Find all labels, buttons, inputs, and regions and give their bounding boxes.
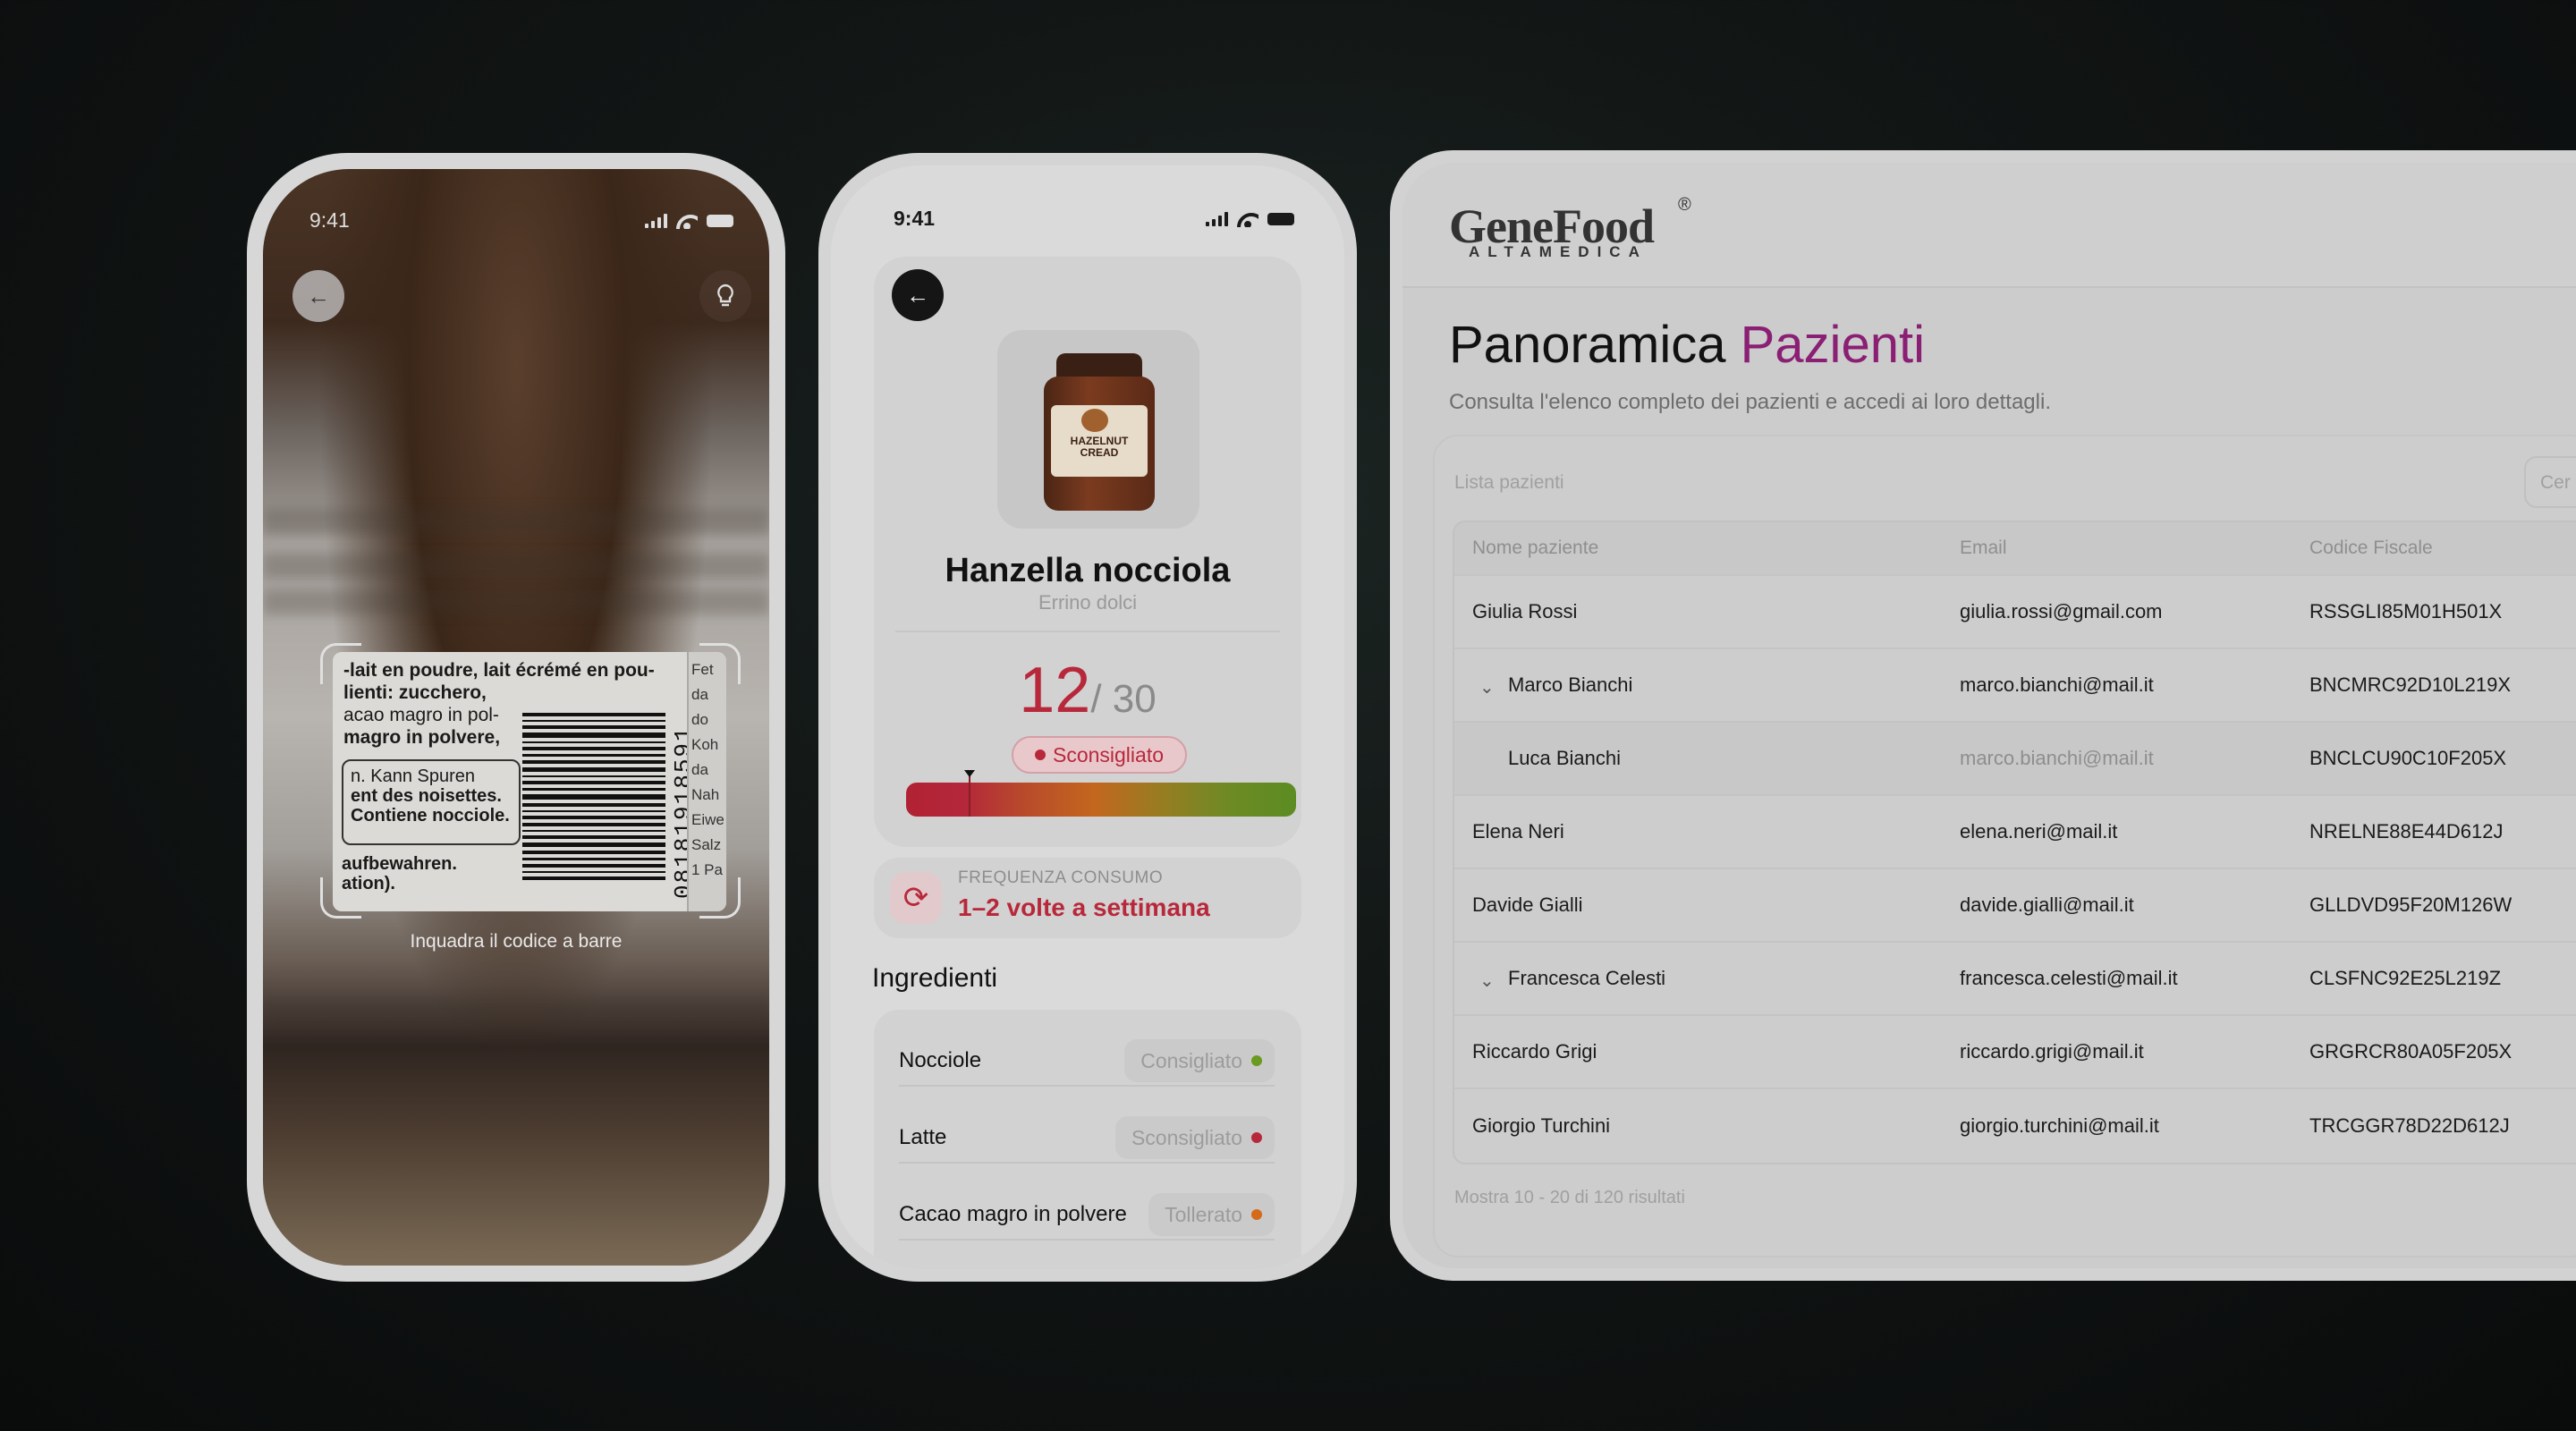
label-line: n. Kann Spuren — [351, 766, 475, 786]
score-value: 12 — [1019, 655, 1091, 726]
page-subtitle: Consulta l'elenco completo dei pazienti … — [1449, 390, 2051, 414]
table-row[interactable]: Luca Bianchi marco.bianchi@mail.it BNCLC… — [1454, 723, 2576, 796]
frame-corner — [699, 877, 741, 919]
ingredient-status: Sconsigliato — [1114, 1116, 1275, 1159]
gauge-marker — [969, 775, 970, 817]
wifi-icon — [1237, 211, 1258, 227]
dashboard-header: GeneFood ® ALTAMEDICA — [1402, 163, 2576, 288]
status-dot — [1251, 1055, 1262, 1066]
status-time: 9:41 — [309, 208, 350, 232]
table-row[interactable]: Elena Neri elena.neri@mail.it NRELNE88E4… — [1454, 796, 2576, 869]
column-header[interactable]: Nome paziente — [1472, 538, 1598, 559]
frequency-label: FREQUENZA CONSUMO — [958, 868, 1164, 887]
flashlight-button[interactable] — [699, 270, 751, 322]
status-bar: 9:41 — [309, 208, 733, 233]
list-label: Lista pazienti — [1454, 472, 1564, 493]
frame-corner — [699, 643, 741, 684]
nutrition-side-label: Fet da do Koh da Nah Eiwe Salz 1 Pa — [687, 652, 726, 911]
battery-icon — [1267, 212, 1294, 225]
scan-frame: -lait en poudre, lait écrémé en pou- lie… — [320, 643, 741, 919]
table-row[interactable]: Riccardo Grigi riccardo.grigi@mail.it GR… — [1454, 1016, 2576, 1089]
status-time: 9:41 — [894, 207, 936, 230]
table-header: Nome paziente Email Codice Fiscale — [1454, 522, 2576, 576]
score-max: / 30 — [1090, 677, 1157, 721]
product-image: HAZELNUT CREAD — [997, 330, 1199, 529]
arrow-left-icon: ← — [906, 281, 929, 309]
product-phone: 9:41 ← HAZELNUT CREAD Hanzella nocciola … — [818, 153, 1357, 1282]
battery-icon — [707, 214, 733, 227]
frame-corner — [320, 643, 361, 684]
divider — [895, 631, 1280, 632]
blur-band — [263, 554, 769, 579]
column-header[interactable]: Codice Fiscale — [2309, 538, 2433, 559]
table-row[interactable]: Giorgio Turchini giorgio.turchini@mail.i… — [1454, 1089, 2576, 1163]
rating-badge: Sconsigliato — [1012, 736, 1187, 774]
blur-band — [263, 1001, 769, 1026]
product-brand: Errino dolci — [1038, 591, 1138, 614]
ingredient-status: Consigliato — [1124, 1039, 1275, 1082]
scene: 9:41 ← -lait en poudre, lait écrémé en p… — [0, 0, 2576, 1431]
genefood-logo[interactable]: GeneFood ® ALTAMEDICA — [1449, 195, 1691, 260]
signal-icon — [645, 213, 667, 228]
blur-band — [263, 589, 769, 614]
label-line: aufbewahren. — [342, 854, 457, 874]
ingredient-name: Cacao magro in polvere — [899, 1202, 1127, 1226]
label-line: lienti: zucchero, — [343, 682, 487, 703]
scan-hint: Inquadra il codice a barre — [410, 931, 623, 952]
ingredient-name: Latte — [899, 1125, 947, 1149]
ingredient-row[interactable]: Latte Sconsigliato — [899, 1113, 1275, 1164]
frame-corner — [320, 877, 361, 919]
ingredient-status: Tollerato — [1148, 1193, 1275, 1236]
product-label-photo: -lait en poudre, lait écrémé en pou- lie… — [333, 652, 726, 911]
arrow-left-icon: ← — [307, 282, 330, 309]
flashlight-icon — [717, 284, 733, 307]
table-row[interactable]: ⌄ Francesca Celesti francesca.celesti@ma… — [1454, 943, 2576, 1016]
frequency-value: 1–2 volte a settimana — [958, 893, 1210, 921]
barcode — [522, 713, 665, 892]
label-line: ent des noisettes. — [351, 786, 502, 806]
back-button[interactable]: ← — [292, 270, 344, 322]
patients-table: Nome paziente Email Codice Fiscale Giuli… — [1453, 521, 2576, 1164]
status-dot — [1034, 749, 1046, 760]
table-row[interactable]: ⌄ Marco Bianchi marco.bianchi@mail.it BN… — [1454, 649, 2576, 723]
rating-label: Sconsigliato — [1052, 742, 1165, 766]
ingredient-row[interactable]: Nocciole Consigliato — [899, 1037, 1275, 1087]
pagination-summary: Mostra 10 - 20 di 120 risultati — [1454, 1188, 1685, 1207]
refresh-icon: ⟳ — [890, 872, 942, 924]
chevron-down-icon[interactable]: ⌄ — [1479, 676, 1495, 699]
back-button[interactable]: ← — [892, 269, 944, 321]
product-name: Hanzella nocciola — [945, 552, 1231, 589]
table-row[interactable]: Giulia Rossi giulia.rossi@gmail.com RSSG… — [1454, 576, 2576, 649]
score-gauge — [906, 783, 1296, 817]
ingredient-name: Nocciole — [899, 1048, 982, 1072]
score: 12/ 30 — [831, 654, 1344, 727]
allergen-box: n. Kann Spuren ent des noisettes. Contie… — [342, 759, 521, 845]
label-line: -lait en poudre, lait écrémé en pou- — [343, 660, 655, 681]
jar-icon: HAZELNUT CREAD — [1044, 353, 1155, 511]
ingredient-row[interactable]: Cacao magro in polvere Tollerato — [899, 1190, 1275, 1240]
gauge-pointer-icon — [964, 770, 975, 777]
camera-view: 9:41 ← -lait en poudre, lait écrémé en p… — [263, 169, 769, 1266]
scanner-phone: 9:41 ← -lait en poudre, lait écrémé en p… — [247, 153, 785, 1282]
blur-band — [263, 509, 769, 534]
signal-icon — [1206, 211, 1228, 226]
status-bar: 9:41 — [894, 207, 1294, 231]
product-screen: 9:41 ← HAZELNUT CREAD Hanzella nocciola … — [831, 165, 1344, 1269]
chevron-down-icon[interactable]: ⌄ — [1479, 970, 1495, 992]
ingredients-title: Ingredienti — [872, 963, 998, 993]
page-title: Panoramica Pazienti — [1449, 316, 1925, 374]
status-dot — [1251, 1132, 1262, 1143]
wifi-icon — [676, 213, 698, 229]
label-line: Contiene nocciole. — [351, 806, 510, 826]
search-input[interactable]: Cer — [2524, 456, 2576, 508]
column-header[interactable]: Email — [1960, 538, 2007, 559]
table-row[interactable]: Davide Gialli davide.gialli@mail.it GLLD… — [1454, 869, 2576, 943]
status-dot — [1251, 1209, 1262, 1220]
